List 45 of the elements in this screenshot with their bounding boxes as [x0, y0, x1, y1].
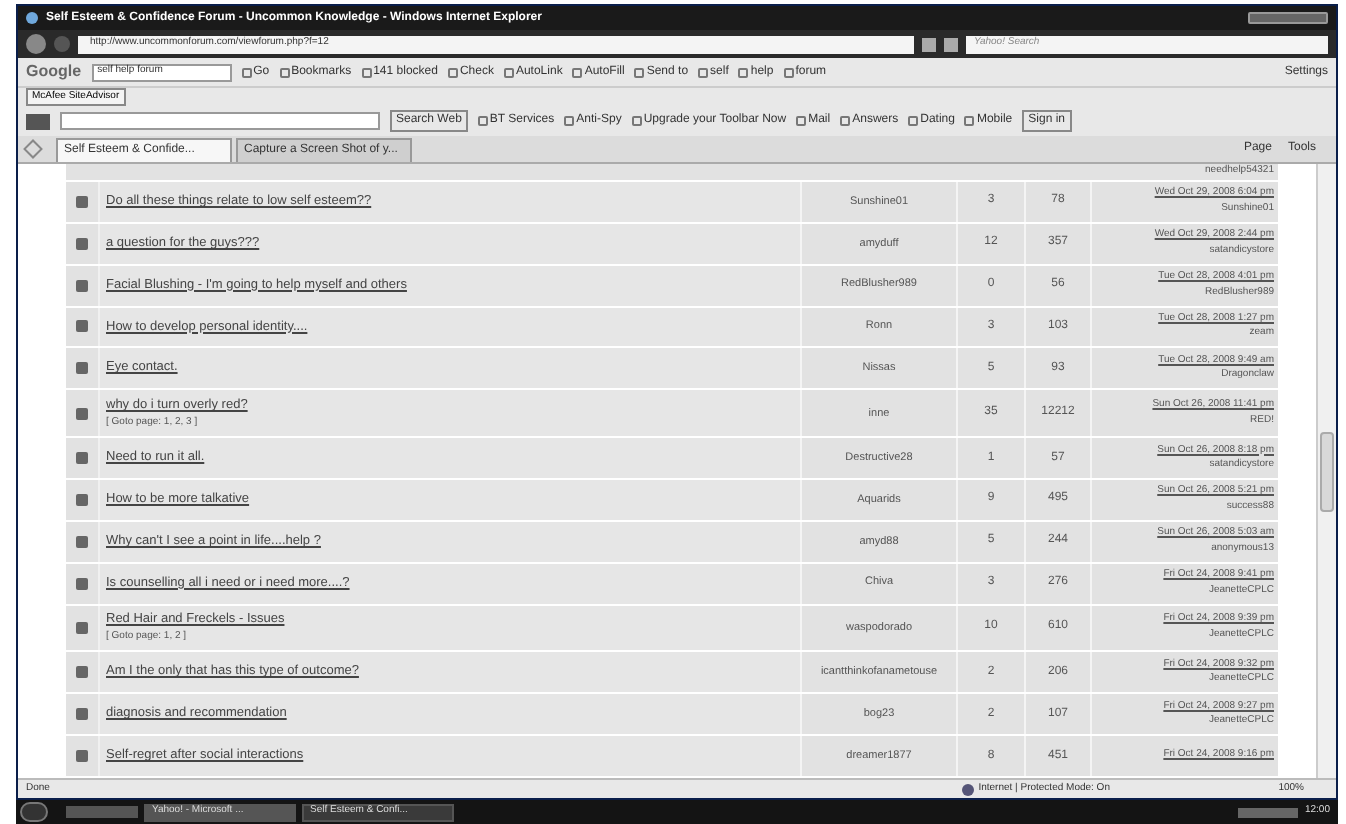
tool-icon [698, 67, 709, 77]
tool-icon [361, 67, 372, 77]
tool-icon [631, 116, 642, 126]
tool-icon [796, 116, 807, 126]
google-logo: Google [26, 60, 82, 84]
search-field[interactable] [60, 112, 380, 130]
topic-icon [76, 237, 88, 250]
topic-icon [76, 621, 88, 634]
tool-icon [572, 67, 583, 77]
refresh-icon [922, 37, 936, 51]
tool-icon [964, 116, 975, 126]
quick-launch-icon [66, 806, 138, 818]
yahoo-logo-icon [26, 113, 50, 129]
topic-icon [76, 666, 88, 679]
tool-icon [564, 116, 575, 126]
tool-icon [908, 116, 919, 126]
tool-icon [477, 116, 488, 126]
window-controls-icon [1248, 12, 1328, 24]
tool-icon [738, 67, 749, 77]
forward-button-icon [54, 36, 70, 52]
topic-icon [76, 279, 88, 292]
scrollbar[interactable] [1316, 164, 1336, 778]
topic-icon [76, 195, 88, 208]
start-button-icon [20, 802, 48, 822]
topic-icon [76, 320, 88, 333]
topic-icon [76, 708, 88, 721]
back-button-icon [26, 34, 46, 54]
topic-icon [76, 535, 88, 548]
tool-icon [241, 67, 252, 77]
globe-icon [962, 783, 975, 795]
tool-icon [783, 67, 794, 77]
stop-icon [944, 37, 958, 51]
tool-icon [503, 67, 514, 77]
tray-icons-icon [1238, 807, 1299, 817]
browser-icon [26, 12, 38, 24]
topic-icon [76, 452, 88, 465]
topic-icon [76, 750, 88, 763]
topic-icon [76, 362, 88, 375]
tool-icon [279, 67, 290, 77]
topic-icon [76, 577, 88, 590]
tool-icon [840, 116, 851, 126]
tool-icon [634, 67, 645, 77]
topic-icon [76, 493, 88, 506]
topic-icon [76, 407, 88, 420]
tool-icon [447, 67, 458, 77]
